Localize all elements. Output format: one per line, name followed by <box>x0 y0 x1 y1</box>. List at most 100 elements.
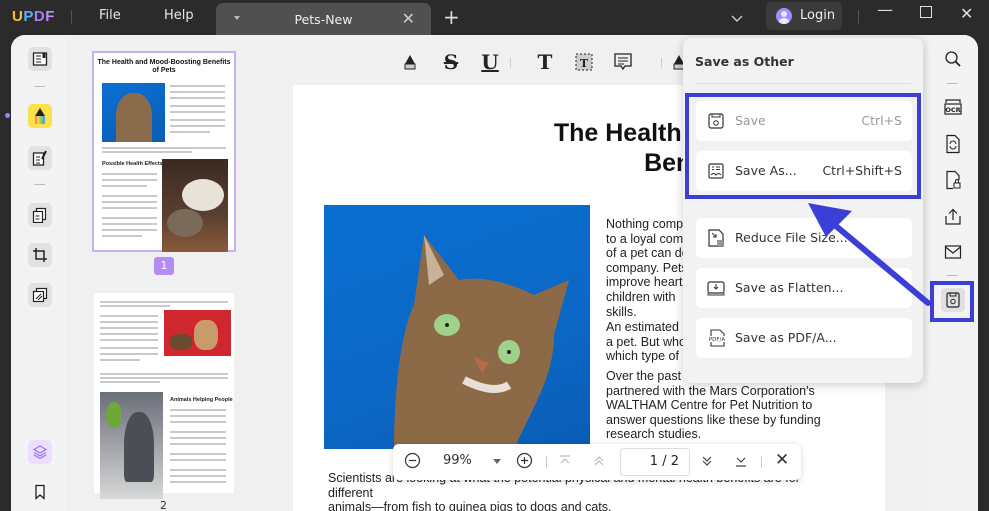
last-page-icon[interactable] <box>734 454 748 472</box>
ocr-icon[interactable]: OCR <box>941 95 965 119</box>
close-tab-icon[interactable]: ✕ <box>402 9 415 28</box>
thumbnail-text-line <box>100 353 158 355</box>
divider <box>546 456 547 468</box>
cat-photo <box>324 205 590 449</box>
text-line: research studies. <box>606 427 702 442</box>
avatar-icon <box>776 8 792 24</box>
maximize-button[interactable] <box>920 6 932 18</box>
thumbnail-text-line <box>102 235 142 237</box>
divider <box>34 184 45 185</box>
first-page-icon[interactable] <box>558 454 572 472</box>
share-icon[interactable] <box>941 205 965 229</box>
divider <box>510 58 511 68</box>
thumbnail-text-line <box>100 377 228 379</box>
divider <box>858 10 859 24</box>
thumbnail-text-line <box>100 327 158 329</box>
thumbnail-text-line <box>170 481 226 483</box>
svg-text:PDF/A: PDF/A <box>709 337 726 343</box>
comment-highlighter-icon[interactable] <box>28 104 52 128</box>
zoom-in-icon[interactable] <box>516 452 533 473</box>
tab-list-chevron-icon[interactable] <box>730 9 744 28</box>
menu-help[interactable]: Help <box>164 8 194 23</box>
pdfa-icon: PDF/A <box>706 328 726 348</box>
zoom-dropdown-icon[interactable] <box>493 459 501 464</box>
protect-icon[interactable] <box>941 168 965 192</box>
thumbnail-text-line <box>170 119 225 121</box>
highlight-box-save-options <box>685 93 921 199</box>
thumbnail-text-line <box>100 381 160 383</box>
page-thumbnail-2[interactable]: Animals Helping People <box>94 293 234 499</box>
thumbnail-text-line <box>170 91 225 93</box>
search-icon[interactable] <box>941 47 965 71</box>
edit-pdf-icon[interactable] <box>28 146 52 170</box>
tab-title: Pets-New <box>294 12 353 27</box>
save-as-pdfa-menu-item[interactable]: PDF/A Save as PDF/A... <box>696 318 912 358</box>
popup-title: Save as Other <box>695 54 794 69</box>
text-box-icon[interactable]: T <box>572 50 596 74</box>
fill-sign-icon[interactable] <box>28 283 52 307</box>
flatten-icon <box>706 278 726 298</box>
login-label: Login <box>800 8 836 23</box>
thumbnail-text-line <box>102 195 157 197</box>
page-separator: / <box>662 454 667 469</box>
pointer-arrow <box>808 203 931 306</box>
divider <box>947 275 958 276</box>
strikethrough-icon[interactable]: S <box>439 50 463 74</box>
thumbnail-heading: Animals Helping People <box>170 397 233 403</box>
text-line: WALTHAM Centre for Pet Nutrition to <box>606 398 813 413</box>
divider <box>71 10 72 24</box>
new-tab-button[interactable]: + <box>443 5 460 29</box>
thumbnail-text-line <box>100 333 158 335</box>
page-number-badge: 1 <box>154 257 174 275</box>
active-indicator-dot <box>5 113 10 118</box>
thumbnail-title: The Health and Mood-Boosting Benefits of… <box>97 59 231 74</box>
previous-page-icon[interactable] <box>592 454 606 472</box>
document-tab[interactable]: Pets-New ✕ <box>216 3 431 35</box>
page-thumbnail-1[interactable]: The Health and Mood-Boosting Benefits of… <box>92 51 236 252</box>
page-number-label: 2 <box>160 499 167 511</box>
minimize-button[interactable]: — <box>877 0 893 19</box>
thumbnail-text-line <box>170 443 226 445</box>
close-window-button[interactable]: ✕ <box>960 4 973 23</box>
updf-logo: UPDF <box>12 8 55 25</box>
bookmark-icon[interactable] <box>28 480 52 504</box>
thumbnail-text-line <box>170 409 226 411</box>
thumbnail-text-line <box>102 179 157 181</box>
thumbnail-text-line <box>170 475 226 477</box>
email-icon[interactable] <box>941 240 965 264</box>
thumbnail-text-line <box>170 431 226 433</box>
menu-file[interactable]: File <box>99 8 121 23</box>
text-line: animals—from fish to guinea pigs to dogs… <box>328 500 612 511</box>
layers-icon[interactable] <box>28 440 52 464</box>
login-button[interactable]: Login <box>766 2 842 30</box>
underline-icon[interactable]: U <box>478 50 502 74</box>
thumbnail-text-line <box>170 125 225 127</box>
highlight-icon[interactable] <box>398 50 422 74</box>
crop-icon[interactable] <box>28 243 52 267</box>
page-number-input[interactable]: 1 / 2 <box>620 448 690 476</box>
thumbnail-text-line <box>170 421 226 423</box>
thumbnail-text-line <box>170 105 225 107</box>
comment-icon[interactable] <box>611 50 635 74</box>
thumbnail-heading: Possible Health Effects <box>102 161 163 167</box>
thumbnail-text-line <box>100 347 158 349</box>
text-icon[interactable]: T <box>533 50 557 74</box>
divider <box>947 83 958 84</box>
thumbnail-text-line <box>170 85 225 87</box>
zoom-level[interactable]: 99% <box>443 453 472 468</box>
thumbnail-text-line <box>170 459 226 461</box>
text-line: answer questions like these by funding <box>606 412 821 427</box>
divider <box>695 83 911 84</box>
thumbnail-text-line <box>170 415 226 417</box>
convert-icon[interactable] <box>941 132 965 156</box>
close-pager-icon[interactable]: ✕ <box>775 450 789 470</box>
page-navigation-bar: 99% 1 / 2 ✕ <box>393 444 801 480</box>
thumbnail-text-line <box>100 305 170 307</box>
thumbnail-text-line <box>100 315 158 317</box>
thumbnail-text-line <box>102 185 147 187</box>
reader-icon[interactable] <box>28 47 52 71</box>
organize-pages-icon[interactable] <box>28 203 52 227</box>
next-page-icon[interactable] <box>700 454 714 472</box>
zoom-out-icon[interactable] <box>404 452 421 473</box>
thumbnail-cat-image <box>102 83 165 142</box>
